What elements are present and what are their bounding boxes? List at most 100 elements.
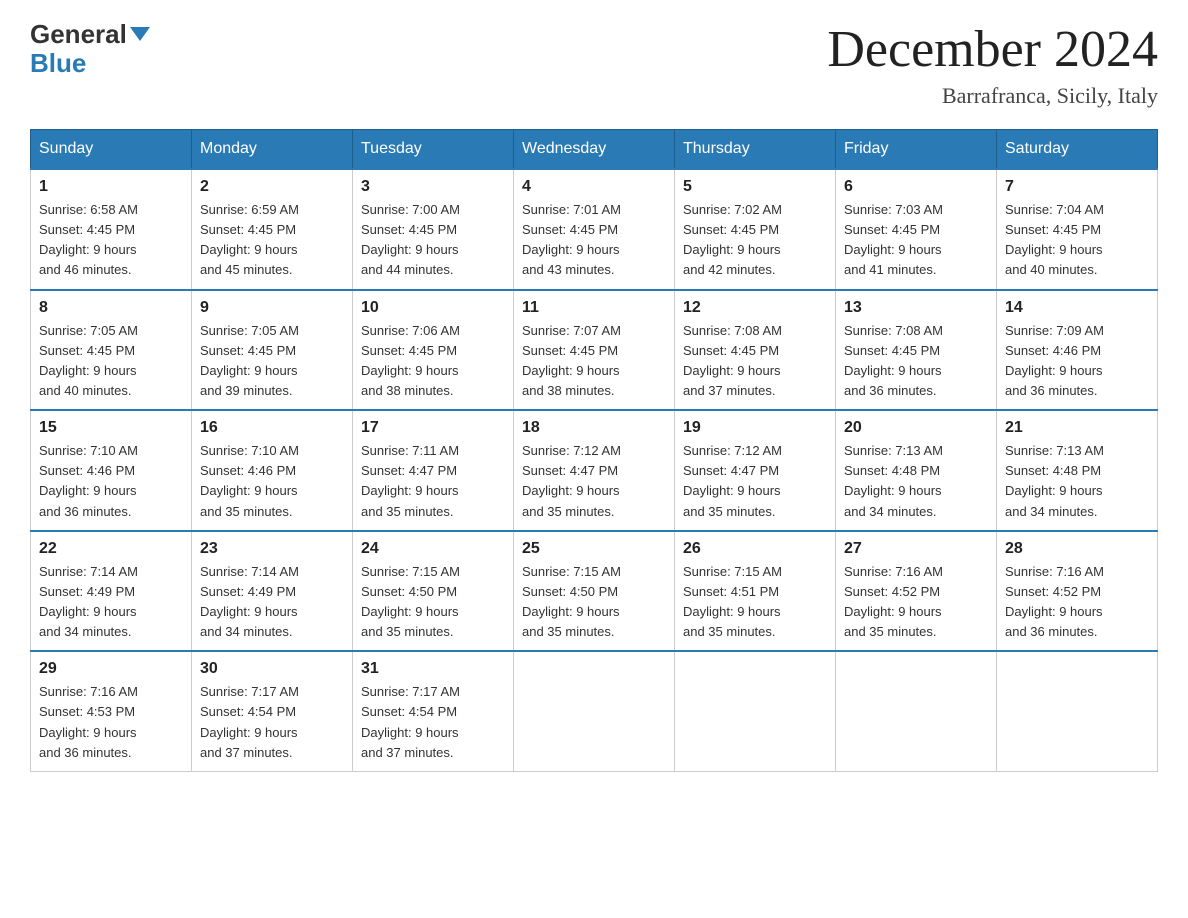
col-wednesday: Wednesday — [514, 130, 675, 170]
calendar-week-4: 22 Sunrise: 7:14 AMSunset: 4:49 PMDayligh… — [31, 531, 1158, 652]
day-info: Sunrise: 7:10 AMSunset: 4:46 PMDaylight:… — [39, 441, 183, 522]
day-info: Sunrise: 7:15 AMSunset: 4:50 PMDaylight:… — [361, 562, 505, 643]
logo-general: General — [30, 20, 150, 49]
calendar-cell: 4 Sunrise: 7:01 AMSunset: 4:45 PMDaylight… — [514, 169, 675, 290]
calendar-cell: 23 Sunrise: 7:14 AMSunset: 4:49 PMDayligh… — [192, 531, 353, 652]
day-info: Sunrise: 7:09 AMSunset: 4:46 PMDaylight:… — [1005, 321, 1149, 402]
calendar-cell: 26Sunrise: 7:15 AMSunset: 4:51 PMDayligh… — [675, 531, 836, 652]
day-info: Sunrise: 7:08 AMSunset: 4:45 PMDaylight:… — [844, 321, 988, 402]
logo-blue: Blue — [30, 49, 150, 78]
day-number: 5 — [683, 178, 827, 196]
calendar-cell: 12Sunrise: 7:08 AMSunset: 4:45 PMDayligh… — [675, 290, 836, 411]
title-block: December 2024 Barrafranca, Sicily, Italy — [827, 20, 1158, 109]
calendar-cell — [836, 651, 997, 771]
col-friday: Friday — [836, 130, 997, 170]
calendar-cell: 7 Sunrise: 7:04 AMSunset: 4:45 PMDaylight… — [997, 169, 1158, 290]
day-number: 25 — [522, 540, 666, 558]
calendar-cell: 29 Sunrise: 7:16 AMSunset: 4:53 PMDayligh… — [31, 651, 192, 771]
calendar-cell: 16 Sunrise: 7:10 AMSunset: 4:46 PMDayligh… — [192, 410, 353, 531]
day-number: 3 — [361, 178, 505, 196]
day-info: Sunrise: 7:14 AMSunset: 4:49 PMDaylight:… — [39, 562, 183, 643]
day-number: 22 — [39, 540, 183, 558]
day-number: 30 — [200, 660, 344, 678]
day-number: 9 — [200, 299, 344, 317]
day-info: Sunrise: 7:17 AMSunset: 4:54 PMDaylight:… — [361, 682, 505, 763]
day-number: 6 — [844, 178, 988, 196]
day-info: Sunrise: 7:13 AMSunset: 4:48 PMDaylight:… — [1005, 441, 1149, 522]
day-info: Sunrise: 6:58 AMSunset: 4:45 PMDaylight:… — [39, 200, 183, 281]
calendar-cell — [997, 651, 1158, 771]
day-number: 24 — [361, 540, 505, 558]
day-number: 14 — [1005, 299, 1149, 317]
day-info: Sunrise: 7:13 AMSunset: 4:48 PMDaylight:… — [844, 441, 988, 522]
calendar-cell: 21 Sunrise: 7:13 AMSunset: 4:48 PMDayligh… — [997, 410, 1158, 531]
day-number: 28 — [1005, 540, 1149, 558]
day-info: Sunrise: 7:05 AMSunset: 4:45 PMDaylight:… — [39, 321, 183, 402]
location-title: Barrafranca, Sicily, Italy — [827, 83, 1158, 109]
day-info: Sunrise: 7:01 AMSunset: 4:45 PMDaylight:… — [522, 200, 666, 281]
calendar-week-3: 15Sunrise: 7:10 AMSunset: 4:46 PMDayligh… — [31, 410, 1158, 531]
month-title: December 2024 — [827, 20, 1158, 79]
day-number: 29 — [39, 660, 183, 678]
day-number: 27 — [844, 540, 988, 558]
day-number: 17 — [361, 419, 505, 437]
day-number: 10 — [361, 299, 505, 317]
calendar-cell: 9 Sunrise: 7:05 AMSunset: 4:45 PMDaylight… — [192, 290, 353, 411]
day-number: 31 — [361, 660, 505, 678]
day-info: Sunrise: 7:16 AMSunset: 4:52 PMDaylight:… — [844, 562, 988, 643]
calendar-cell: 14 Sunrise: 7:09 AMSunset: 4:46 PMDayligh… — [997, 290, 1158, 411]
calendar-cell: 31 Sunrise: 7:17 AMSunset: 4:54 PMDayligh… — [353, 651, 514, 771]
day-number: 18 — [522, 419, 666, 437]
calendar-cell: 5Sunrise: 7:02 AMSunset: 4:45 PMDaylight… — [675, 169, 836, 290]
day-number: 8 — [39, 299, 183, 317]
calendar-cell: 28 Sunrise: 7:16 AMSunset: 4:52 PMDayligh… — [997, 531, 1158, 652]
day-number: 21 — [1005, 419, 1149, 437]
day-info: Sunrise: 7:07 AMSunset: 4:45 PMDaylight:… — [522, 321, 666, 402]
day-info: Sunrise: 7:16 AMSunset: 4:52 PMDaylight:… — [1005, 562, 1149, 643]
calendar-cell: 11Sunrise: 7:07 AMSunset: 4:45 PMDayligh… — [514, 290, 675, 411]
day-info: Sunrise: 7:10 AMSunset: 4:46 PMDaylight:… — [200, 441, 344, 522]
calendar-table: Sunday Monday Tuesday Wednesday Thursday… — [30, 129, 1158, 772]
col-sunday: Sunday — [31, 130, 192, 170]
calendar-cell: 1 Sunrise: 6:58 AMSunset: 4:45 PMDaylight… — [31, 169, 192, 290]
calendar-cell — [675, 651, 836, 771]
day-number: 12 — [683, 299, 827, 317]
day-info: Sunrise: 7:12 AMSunset: 4:47 PMDaylight:… — [522, 441, 666, 522]
day-number: 19 — [683, 419, 827, 437]
col-saturday: Saturday — [997, 130, 1158, 170]
col-thursday: Thursday — [675, 130, 836, 170]
calendar-cell: 8 Sunrise: 7:05 AMSunset: 4:45 PMDaylight… — [31, 290, 192, 411]
calendar-cell: 24 Sunrise: 7:15 AMSunset: 4:50 PMDayligh… — [353, 531, 514, 652]
day-info: Sunrise: 7:14 AMSunset: 4:49 PMDaylight:… — [200, 562, 344, 643]
calendar-cell: 6 Sunrise: 7:03 AMSunset: 4:45 PMDaylight… — [836, 169, 997, 290]
day-number: 1 — [39, 178, 183, 196]
calendar-cell: 15Sunrise: 7:10 AMSunset: 4:46 PMDayligh… — [31, 410, 192, 531]
calendar-cell: 20Sunrise: 7:13 AMSunset: 4:48 PMDayligh… — [836, 410, 997, 531]
day-info: Sunrise: 7:03 AMSunset: 4:45 PMDaylight:… — [844, 200, 988, 281]
calendar-cell: 22 Sunrise: 7:14 AMSunset: 4:49 PMDayligh… — [31, 531, 192, 652]
day-number: 2 — [200, 178, 344, 196]
calendar-header-row: Sunday Monday Tuesday Wednesday Thursday… — [31, 130, 1158, 170]
calendar-cell: 2Sunrise: 6:59 AMSunset: 4:45 PMDaylight… — [192, 169, 353, 290]
calendar-cell: 10 Sunrise: 7:06 AMSunset: 4:45 PMDayligh… — [353, 290, 514, 411]
day-number: 7 — [1005, 178, 1149, 196]
logo: General Blue — [30, 20, 150, 77]
day-info: Sunrise: 7:06 AMSunset: 4:45 PMDaylight:… — [361, 321, 505, 402]
col-tuesday: Tuesday — [353, 130, 514, 170]
calendar-week-2: 8 Sunrise: 7:05 AMSunset: 4:45 PMDaylight… — [31, 290, 1158, 411]
day-number: 26 — [683, 540, 827, 558]
calendar-week-5: 29 Sunrise: 7:16 AMSunset: 4:53 PMDayligh… — [31, 651, 1158, 771]
day-info: Sunrise: 7:15 AMSunset: 4:50 PMDaylight:… — [522, 562, 666, 643]
day-number: 4 — [522, 178, 666, 196]
day-info: Sunrise: 7:17 AMSunset: 4:54 PMDaylight:… — [200, 682, 344, 763]
calendar-cell: 3Sunrise: 7:00 AMSunset: 4:45 PMDaylight… — [353, 169, 514, 290]
day-number: 23 — [200, 540, 344, 558]
day-info: Sunrise: 7:16 AMSunset: 4:53 PMDaylight:… — [39, 682, 183, 763]
page-header: General Blue December 2024 Barrafranca, … — [30, 20, 1158, 109]
day-info: Sunrise: 7:04 AMSunset: 4:45 PMDaylight:… — [1005, 200, 1149, 281]
calendar-cell: 13Sunrise: 7:08 AMSunset: 4:45 PMDayligh… — [836, 290, 997, 411]
calendar-week-1: 1 Sunrise: 6:58 AMSunset: 4:45 PMDaylight… — [31, 169, 1158, 290]
calendar-cell — [514, 651, 675, 771]
day-info: Sunrise: 7:05 AMSunset: 4:45 PMDaylight:… — [200, 321, 344, 402]
day-number: 16 — [200, 419, 344, 437]
